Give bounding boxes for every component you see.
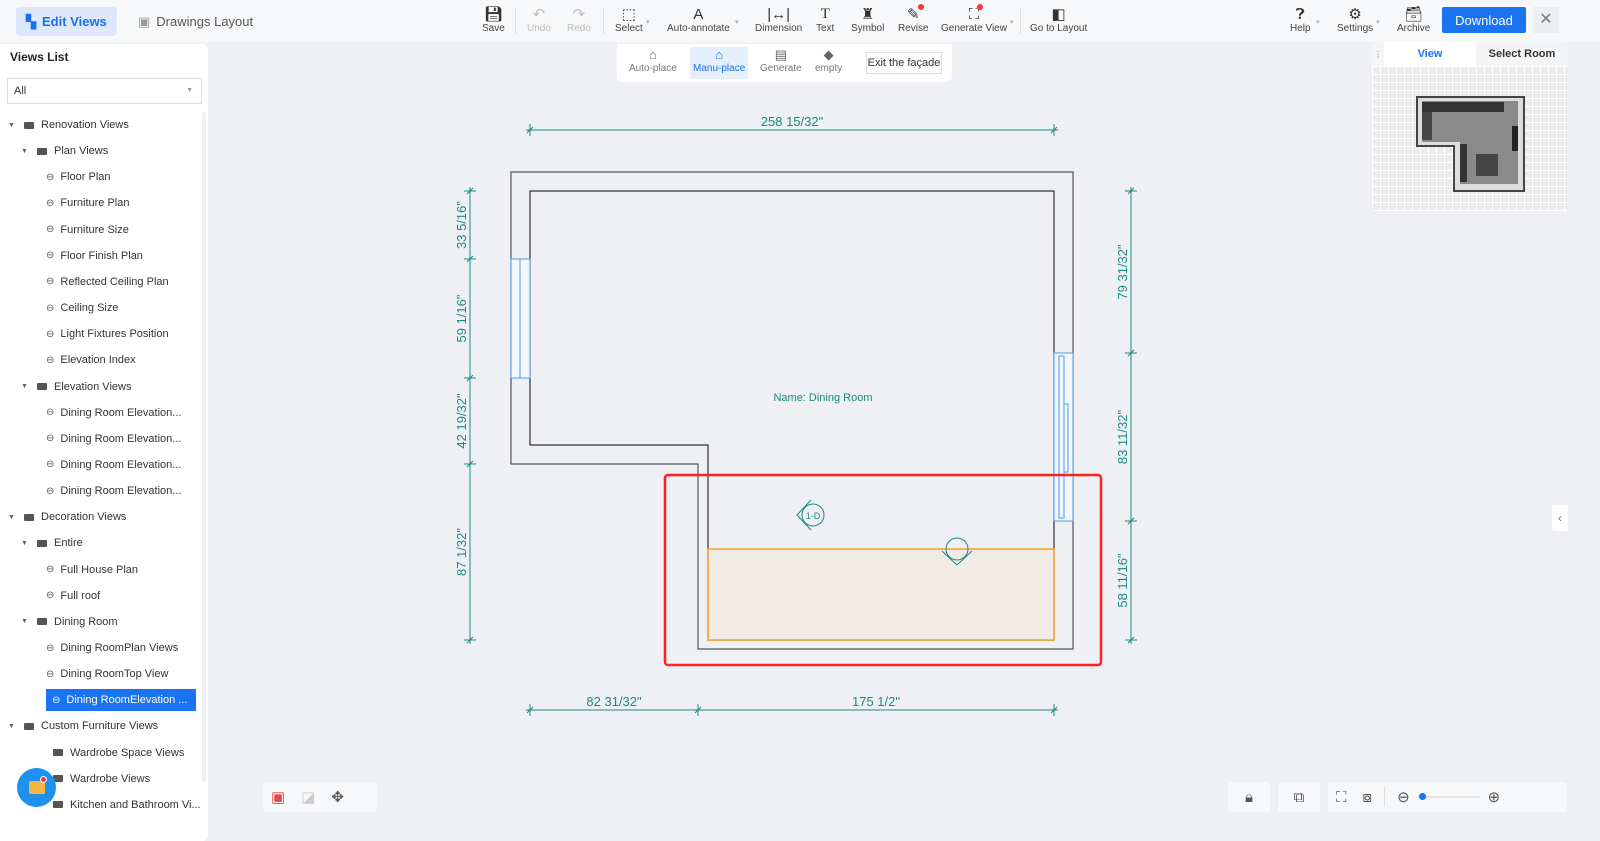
room-name-label: Name: Dining Room bbox=[773, 392, 872, 404]
dimension-label: 42 19/32" bbox=[454, 393, 469, 449]
copy-icon: ⧉ bbox=[1293, 788, 1305, 806]
house-icon: ⌂ bbox=[648, 47, 657, 62]
zoom-slider-handle[interactable] bbox=[1418, 793, 1426, 800]
tab-view[interactable]: View bbox=[1384, 42, 1476, 66]
empty-button[interactable]: ◆ empty bbox=[812, 47, 845, 79]
copy-button[interactable]: ⧉ bbox=[1278, 782, 1320, 812]
color-mode-icon[interactable]: ▣ bbox=[271, 788, 285, 806]
dimension-label: 33 5/16" bbox=[454, 201, 469, 249]
windows bbox=[510, 258, 1074, 522]
chevron-left-icon[interactable]: ‹ bbox=[1552, 505, 1568, 531]
wireframe-mode-icon[interactable]: ✥ bbox=[331, 788, 344, 806]
view-mode-toolbar: ▣ ◪ ✥ bbox=[263, 782, 377, 812]
eraser-icon: ◆ bbox=[823, 47, 834, 62]
minimap-grid[interactable] bbox=[1372, 66, 1568, 212]
elevation-tag: 1-D bbox=[806, 511, 821, 521]
dimension-label: 258 15/32" bbox=[761, 114, 824, 129]
minimap-room-render bbox=[1416, 96, 1525, 192]
zoom-out-icon[interactable]: ⊖ bbox=[1397, 788, 1410, 806]
lock-button[interactable]: 🔒︎ bbox=[1228, 782, 1270, 812]
zoom-window-icon[interactable]: ⧇ bbox=[1363, 789, 1373, 806]
generate-icon: ▤ bbox=[774, 47, 787, 62]
drawing-canvas[interactable]: 1-D Name: Dining Room 258 15/32" 82 31/32… bbox=[0, 0, 1600, 841]
grayscale-mode-icon[interactable]: ◪ bbox=[301, 788, 315, 806]
zoom-toolbar: ⛶ ⧇ ⊖ ⊕ bbox=[1328, 782, 1567, 812]
dimension-label: 79 31/32" bbox=[1115, 244, 1130, 300]
exit-facade-button[interactable]: Exit the façade bbox=[866, 52, 942, 74]
dimension-label: 83 11/32" bbox=[1115, 409, 1130, 464]
zoom-slider[interactable] bbox=[1417, 793, 1480, 800]
tab-select-room[interactable]: Select Room bbox=[1476, 42, 1568, 66]
dimension-label: 59 1/16" bbox=[454, 294, 469, 342]
dimension-label: 87 1/32" bbox=[454, 528, 469, 576]
house-icon: ⌂ bbox=[715, 47, 724, 62]
manu-place-button[interactable]: ⌂ Manu-place bbox=[690, 47, 749, 79]
drag-handle-icon[interactable]: ⋮ bbox=[1372, 42, 1384, 66]
lock-icon: 🔒︎ bbox=[1245, 788, 1253, 806]
selected-wall-area bbox=[707, 548, 1055, 641]
zoom-in-icon[interactable]: ⊕ bbox=[1488, 788, 1501, 806]
dimension-label: 58 11/16" bbox=[1115, 553, 1130, 608]
generate-button[interactable]: ▤ Generate bbox=[757, 47, 805, 79]
fit-view-icon[interactable]: ⛶ bbox=[1336, 789, 1347, 806]
dimension-label: 175 1/2" bbox=[852, 694, 900, 709]
minimap-panel: ⋮ View Select Room bbox=[1372, 42, 1568, 212]
dimension-label: 82 31/32" bbox=[586, 694, 642, 709]
auto-place-button[interactable]: ⌂ Auto-place bbox=[626, 47, 680, 79]
facade-toolbar: ⌂ Auto-place ⌂ Manu-place ▤ Generate ◆ empty… bbox=[617, 44, 952, 82]
